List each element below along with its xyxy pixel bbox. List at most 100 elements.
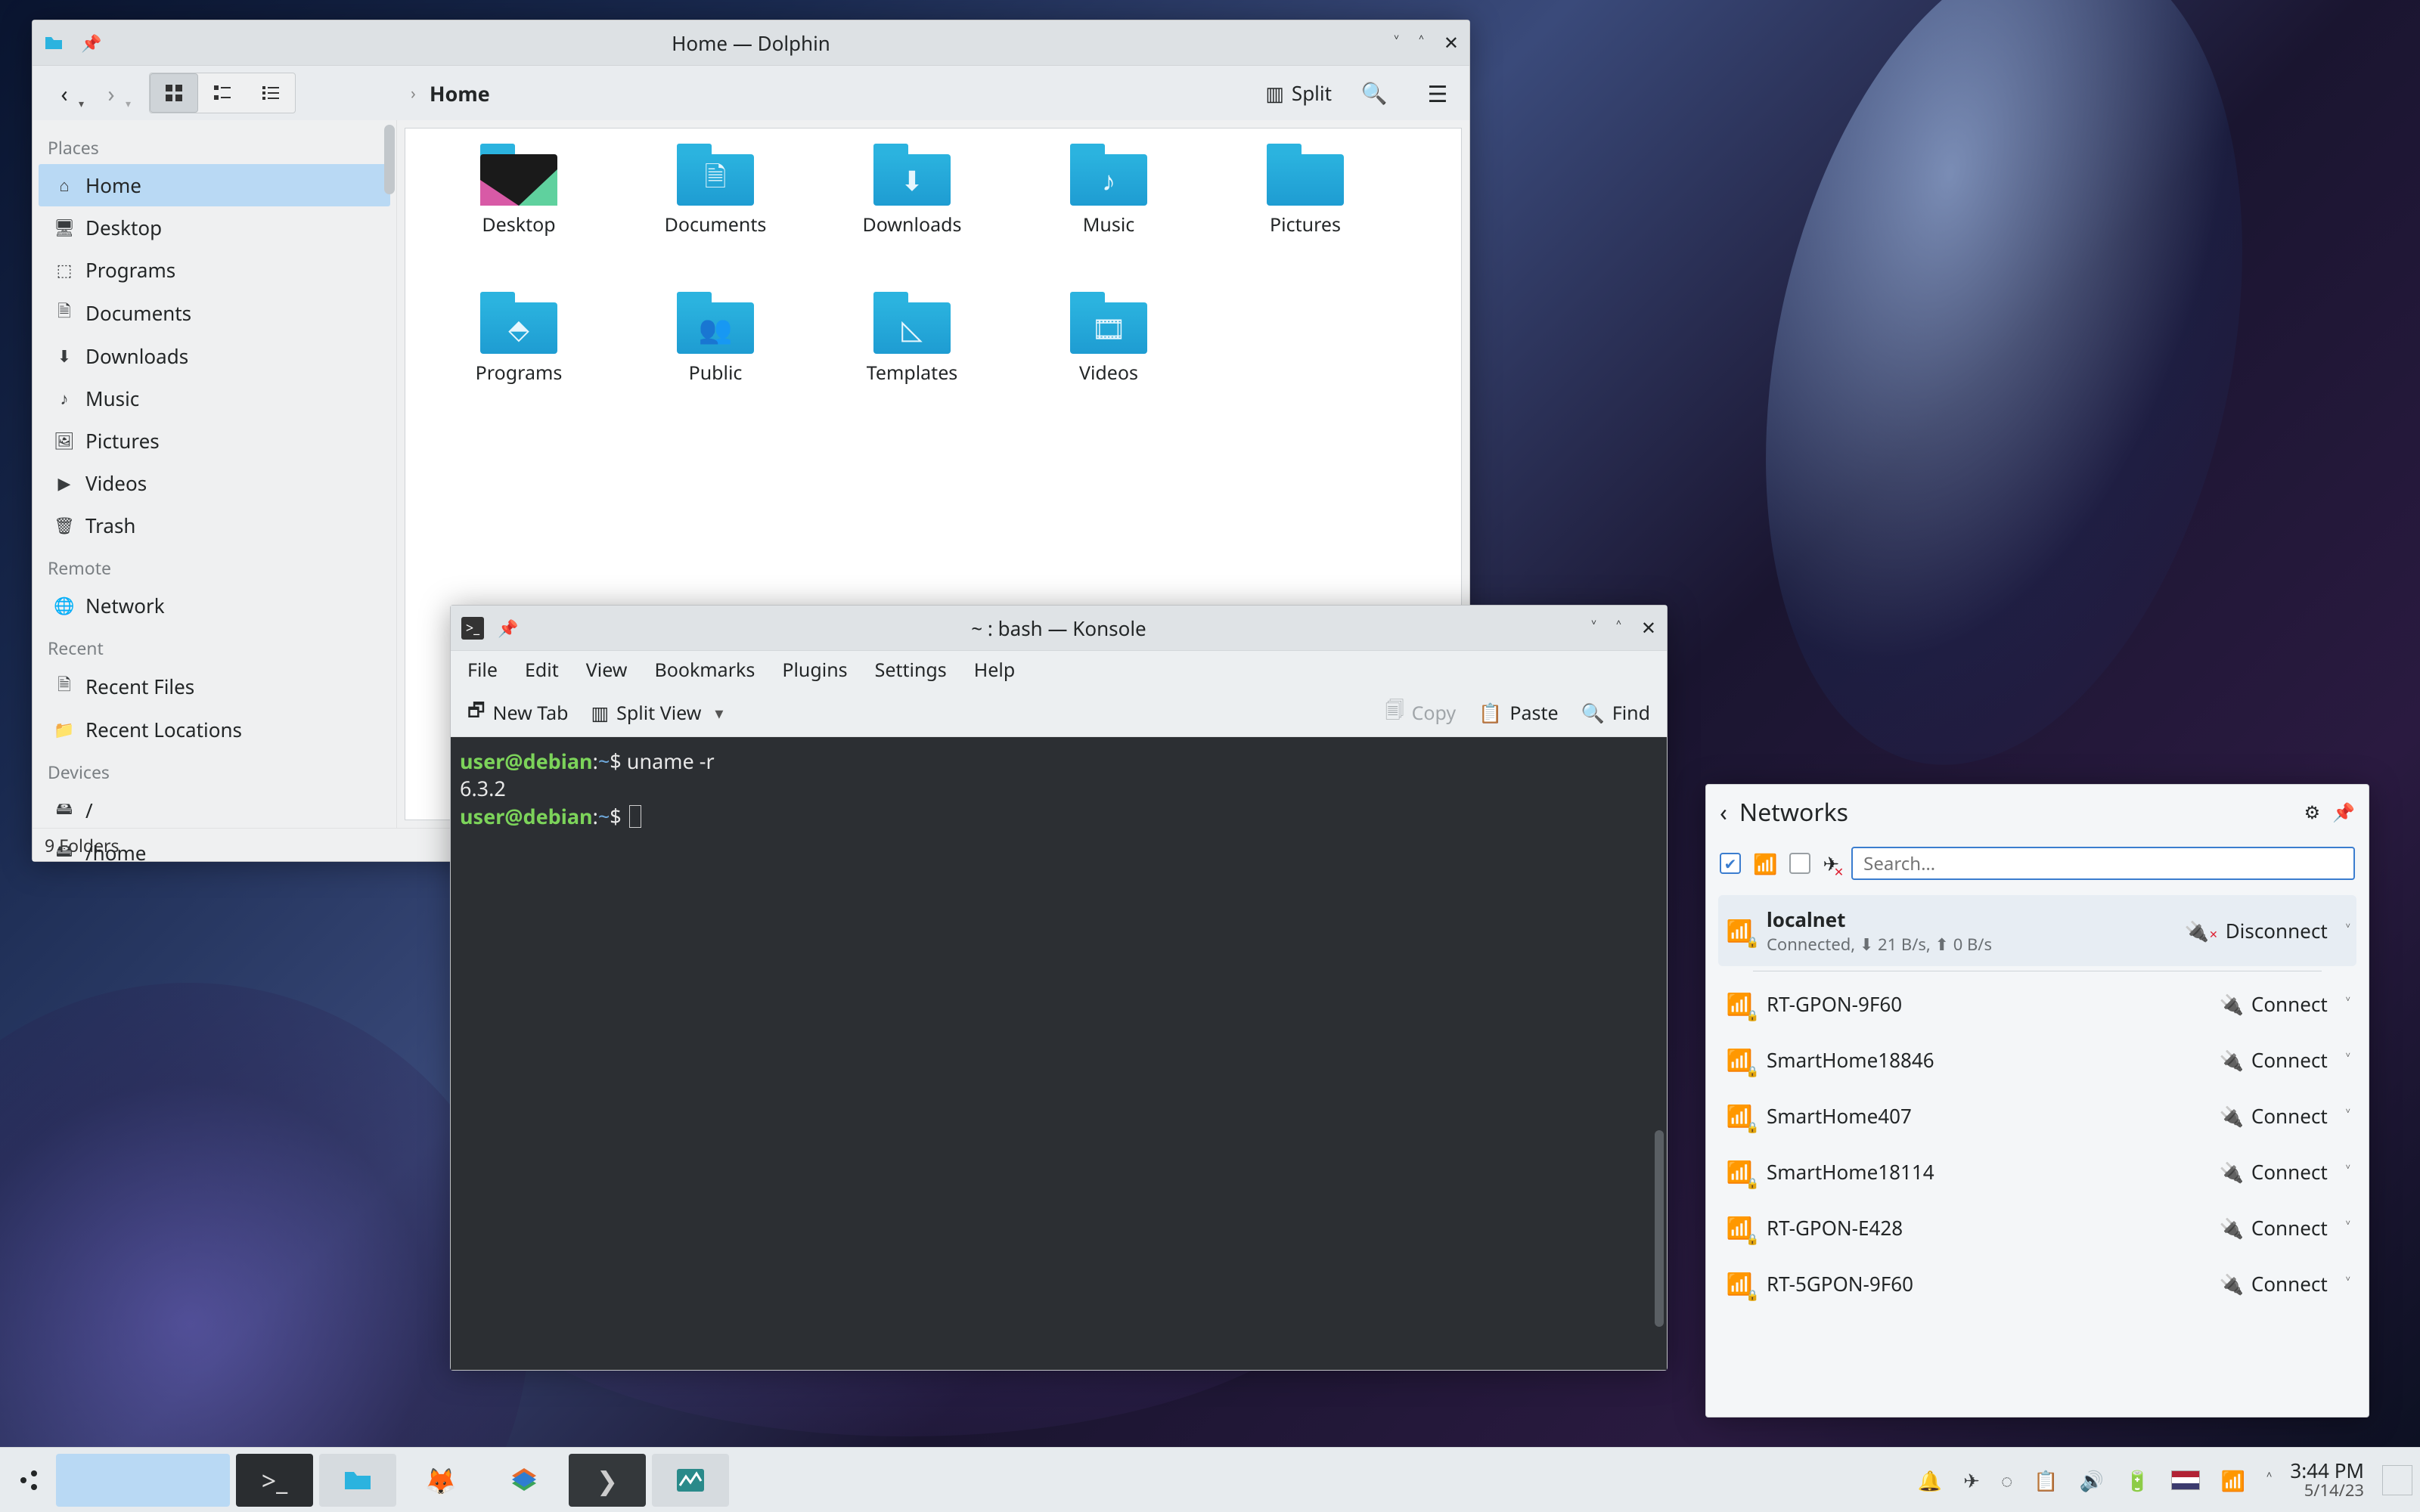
network-search-input[interactable]	[1851, 847, 2355, 880]
terminal-area[interactable]: user@debian:~$ uname -r 6.3.2 user@debia…	[451, 737, 1667, 1370]
folder-music[interactable]: ♪ Music	[1010, 144, 1207, 292]
forward-button[interactable]: ›	[90, 72, 132, 114]
minimize-button[interactable]: ˅	[1591, 615, 1596, 640]
clock[interactable]: 3:44 PM 5/14/23	[2279, 1461, 2375, 1498]
menu-plugins[interactable]: Plugins	[782, 657, 847, 683]
folder-templates[interactable]: ◺ Templates	[814, 292, 1010, 440]
dolphin-titlebar[interactable]: 📌 Home — Dolphin ˅ ˄ ✕	[33, 20, 1469, 66]
breadcrumb[interactable]: › Home	[411, 79, 490, 107]
compact-view-button[interactable]	[198, 73, 247, 113]
close-button[interactable]: ✕	[1444, 30, 1459, 55]
sidebar-item-downloads[interactable]: ⬇Downloads	[39, 335, 390, 377]
menu-file[interactable]: File	[467, 657, 498, 683]
task-terminal[interactable]: ❯	[569, 1454, 646, 1507]
network-row-connected[interactable]: 📶🔒 localnet Connected, ⬇ 21 B/s, ⬆ 0 B/s…	[1718, 895, 2356, 966]
menu-view[interactable]: View	[586, 657, 628, 683]
folder-documents[interactable]: 🗎 Documents	[617, 144, 814, 292]
sidebar-item-videos[interactable]: ▶Videos	[39, 462, 390, 504]
folder-videos[interactable]: 🎞 Videos	[1010, 292, 1207, 440]
breadcrumb-home[interactable]: Home	[430, 79, 490, 107]
back-button[interactable]: ‹	[43, 72, 85, 114]
steam-tray-icon[interactable]: ◌	[2001, 1467, 2012, 1494]
split-button[interactable]: ▥ Split	[1265, 79, 1332, 107]
network-row[interactable]: 📶🔒 RT-GPON-9F60 🔌Connect ˅	[1718, 976, 2356, 1032]
hamburger-menu-button[interactable]: ☰	[1416, 72, 1459, 114]
close-button[interactable]: ✕	[1641, 615, 1656, 640]
network-row[interactable]: 📶🔒 SmartHome18114 🔌Connect ˅	[1718, 1144, 2356, 1200]
connect-button[interactable]: 🔌Connect	[2220, 1214, 2328, 1241]
menu-settings[interactable]: Settings	[875, 657, 947, 683]
minimize-button[interactable]: ˅	[1394, 30, 1399, 55]
expand-button[interactable]: ˅	[2346, 1160, 2350, 1183]
task-konsole[interactable]: >_	[236, 1454, 313, 1507]
connect-button[interactable]: 🔌Connect	[2220, 990, 2328, 1018]
checkbox-enable-wifi[interactable]: ✔	[1720, 853, 1741, 874]
task-pager[interactable]	[56, 1454, 230, 1507]
konsole-titlebar[interactable]: >_ 📌 ~ : bash — Konsole ˅ ˄ ✕	[451, 606, 1667, 651]
sidebar-item-network[interactable]: 🌐Network	[39, 584, 390, 627]
copy-button[interactable]: 🗐Copy	[1385, 696, 1457, 729]
icons-view-button[interactable]	[150, 73, 198, 113]
sidebar-item-documents[interactable]: 🗎Documents	[39, 291, 390, 335]
network-row[interactable]: 📶🔒 RT-5GPON-9F60 🔌Connect ˅	[1718, 1256, 2356, 1312]
volume-icon[interactable]: 🔊	[2080, 1467, 2104, 1494]
sidebar-item-music[interactable]: ♪Music	[39, 377, 390, 420]
task-sysmon[interactable]	[652, 1454, 729, 1507]
find-button[interactable]: 🔍Find	[1581, 700, 1650, 726]
sidebar-item-recent-files[interactable]: 🗎Recent Files	[39, 665, 390, 708]
pin-icon[interactable]: 📌	[81, 32, 101, 54]
folder-downloads[interactable]: ⬇ Downloads	[814, 144, 1010, 292]
connect-button[interactable]: 🔌Connect	[2220, 1158, 2328, 1185]
terminal-scrollbar[interactable]	[1655, 1130, 1664, 1327]
folder-pictures[interactable]: Pictures	[1207, 144, 1404, 292]
sidebar-item-recent-locations[interactable]: 📁Recent Locations	[39, 708, 390, 751]
network-row[interactable]: 📶🔒 SmartHome407 🔌Connect ˅	[1718, 1088, 2356, 1144]
folder-programs[interactable]: ⬘ Programs	[420, 292, 617, 440]
disconnect-button[interactable]: 🔌✕Disconnect	[2185, 917, 2328, 944]
menu-help[interactable]: Help	[974, 657, 1015, 683]
battery-icon[interactable]: 🔋	[2125, 1467, 2149, 1494]
details-view-button[interactable]	[247, 73, 295, 113]
task-firefox[interactable]: 🦊	[402, 1454, 479, 1507]
application-launcher[interactable]	[8, 1458, 53, 1503]
clipboard-tray-icon[interactable]: 📋	[2034, 1467, 2058, 1494]
network-row[interactable]: 📶🔒 SmartHome18846 🔌Connect ˅	[1718, 1032, 2356, 1088]
network-tray-icon[interactable]: 📶	[2221, 1467, 2245, 1494]
sidebar-scrollbar[interactable]	[384, 125, 395, 194]
sidebar-item-home[interactable]: ⌂Home	[39, 164, 390, 206]
back-button[interactable]: ‹	[1720, 796, 1727, 829]
expand-button[interactable]: ˅	[2346, 1216, 2350, 1239]
sidebar-item-root[interactable]: 🖴/	[39, 789, 390, 826]
menu-edit[interactable]: Edit	[525, 657, 559, 683]
show-desktop-button[interactable]	[2382, 1465, 2412, 1495]
pin-icon[interactable]: 📌	[2332, 800, 2355, 825]
sidebar-item-trash[interactable]: 🗑Trash	[39, 504, 390, 547]
folder-desktop[interactable]: Desktop	[420, 144, 617, 292]
expand-button[interactable]: ˅	[2346, 919, 2350, 942]
keyboard-layout-us-icon[interactable]	[2171, 1470, 2200, 1490]
folder-public[interactable]: 👥 Public	[617, 292, 814, 440]
connect-button[interactable]: 🔌Connect	[2220, 1270, 2328, 1297]
split-view-button[interactable]: ▥Split View▾	[591, 700, 724, 726]
sidebar-item-home-mount[interactable]: 🖴/home	[39, 831, 390, 875]
paste-button[interactable]: 📋Paste	[1478, 700, 1558, 726]
tray-expand-icon[interactable]: ˄	[2266, 1467, 2272, 1494]
connect-button[interactable]: 🔌Connect	[2220, 1046, 2328, 1074]
notifications-icon[interactable]: 🔔	[1918, 1467, 1942, 1494]
menu-bookmarks[interactable]: Bookmarks	[654, 657, 755, 683]
expand-button[interactable]: ˅	[2346, 1049, 2350, 1071]
expand-button[interactable]: ˅	[2346, 1272, 2350, 1295]
sidebar-item-desktop[interactable]: 🖥Desktop	[39, 206, 390, 249]
expand-button[interactable]: ˅	[2346, 993, 2350, 1015]
search-button[interactable]: 🔍	[1353, 72, 1395, 114]
settings-sliders-icon[interactable]: ⚙	[2304, 800, 2321, 825]
maximize-button[interactable]: ˄	[1616, 615, 1621, 640]
connect-button[interactable]: 🔌Connect	[2220, 1102, 2328, 1129]
checkbox-airplane[interactable]: ✔	[1789, 853, 1810, 874]
maximize-button[interactable]: ˄	[1419, 30, 1424, 55]
sidebar-item-programs[interactable]: ⬚Programs	[39, 249, 390, 291]
new-tab-button[interactable]: 🗗New Tab	[467, 696, 569, 729]
sidebar-item-pictures[interactable]: 🖼Pictures	[39, 420, 390, 462]
network-row[interactable]: 📶🔒 RT-GPON-E428 🔌Connect ˅	[1718, 1200, 2356, 1256]
pin-icon[interactable]: 📌	[498, 617, 518, 640]
